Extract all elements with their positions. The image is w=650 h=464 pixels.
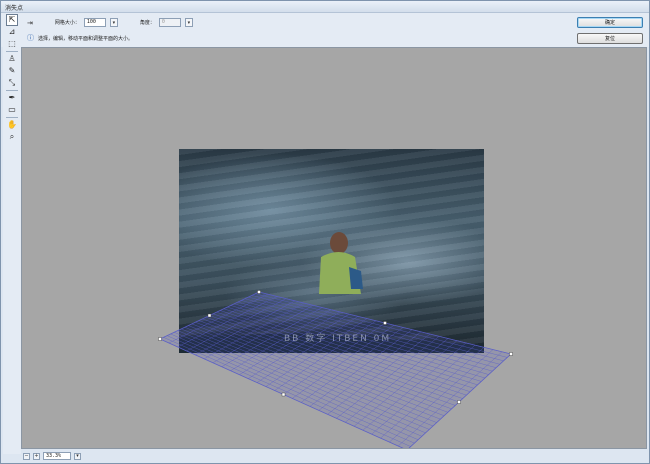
ok-button[interactable]: 确定 <box>577 17 643 28</box>
stamp-icon: ♙ <box>8 54 16 63</box>
watermark: BB 数字 ITBEN 0M <box>284 334 392 344</box>
zoom-in-icon[interactable]: + <box>33 452 40 460</box>
plane-handle[interactable] <box>207 313 212 318</box>
info-icon: ⓘ <box>27 34 34 42</box>
vanishing-point-dialog: 消失点 ⇥ 网格大小： 100 ▾ 角度： 0 ▾ ⓘ 选择，编辑，移动平面和调… <box>0 0 650 464</box>
plane-mode-icon[interactable]: ⇥ <box>27 19 33 27</box>
tool-divider <box>6 90 18 91</box>
plane-handle[interactable] <box>257 290 261 294</box>
options-bar: ⇥ 网格大小： 100 ▾ 角度： 0 ▾ ⓘ 选择，编辑，移动平面和调整平面的… <box>1 13 649 47</box>
plane-handle[interactable] <box>281 392 286 397</box>
perspective-plane-grid[interactable] <box>22 48 647 449</box>
transform-icon: ⤡ <box>8 78 16 87</box>
create-plane-tool[interactable]: ⊿ <box>6 26 18 38</box>
eyedropper-icon: ✒ <box>8 93 16 102</box>
status-bar: − + 33.3% ▾ <box>21 450 647 462</box>
hand-tool[interactable]: ✋ <box>6 119 18 131</box>
window-title: 消失点 <box>5 5 24 12</box>
reset-button[interactable]: 复位 <box>577 33 643 44</box>
create-plane-icon: ⊿ <box>8 27 16 36</box>
plane-handle[interactable] <box>509 352 513 356</box>
plane-handle[interactable] <box>383 321 387 325</box>
stamp-tool[interactable]: ♙ <box>6 53 18 65</box>
hint-text: 选择，编辑，移动平面和调整平面的大小。 <box>38 35 134 42</box>
grid-size-dropdown-icon[interactable]: ▾ <box>109 18 118 27</box>
tool-divider <box>6 51 18 52</box>
plane-handle[interactable] <box>406 449 409 450</box>
tool-divider <box>6 117 18 118</box>
grid-size-input[interactable]: 100 <box>83 18 106 27</box>
preview-canvas[interactable]: BB 数字 ITBEN 0M <box>21 47 647 449</box>
angle-label: 角度： <box>139 20 155 26</box>
arrow-cursor-icon: ⇱ <box>8 15 16 24</box>
brush-icon: ✎ <box>8 66 16 75</box>
marquee-icon: ⬚ <box>8 39 16 48</box>
title-bar: 消失点 <box>1 1 649 13</box>
eyedropper-tool[interactable]: ✒ <box>6 92 18 104</box>
zoom-dropdown-icon[interactable]: ▾ <box>74 452 81 460</box>
plane-handle[interactable] <box>457 400 461 404</box>
marquee-tool[interactable]: ⬚ <box>6 38 18 50</box>
hint-row: ⓘ 选择，编辑，移动平面和调整平面的大小。 <box>27 33 133 43</box>
angle-dropdown-icon[interactable]: ▾ <box>184 18 193 27</box>
hand-icon: ✋ <box>7 120 17 129</box>
plane-handle[interactable] <box>158 337 162 341</box>
brush-tool[interactable]: ✎ <box>6 65 18 77</box>
measure-tool[interactable]: ▭ <box>6 104 18 116</box>
zoom-icon: ⌕ <box>9 132 15 141</box>
zoom-tool[interactable]: ⌕ <box>6 131 18 143</box>
zoom-out-icon[interactable]: − <box>23 452 30 460</box>
grid-size-label: 网格大小： <box>54 20 80 26</box>
tool-panel: ⇱ ⊿ ⬚ ♙ ✎ ⤡ ✒ ▭ ✋ ⌕ <box>3 14 21 454</box>
zoom-level-field[interactable]: 33.3% <box>43 452 71 460</box>
angle-input[interactable]: 0 <box>158 18 181 27</box>
options-row: ⇥ 网格大小： 100 ▾ 角度： 0 ▾ <box>27 17 193 28</box>
transform-tool[interactable]: ⤡ <box>6 77 18 89</box>
ruler-icon: ▭ <box>8 105 16 114</box>
edit-plane-tool[interactable]: ⇱ <box>6 14 18 26</box>
